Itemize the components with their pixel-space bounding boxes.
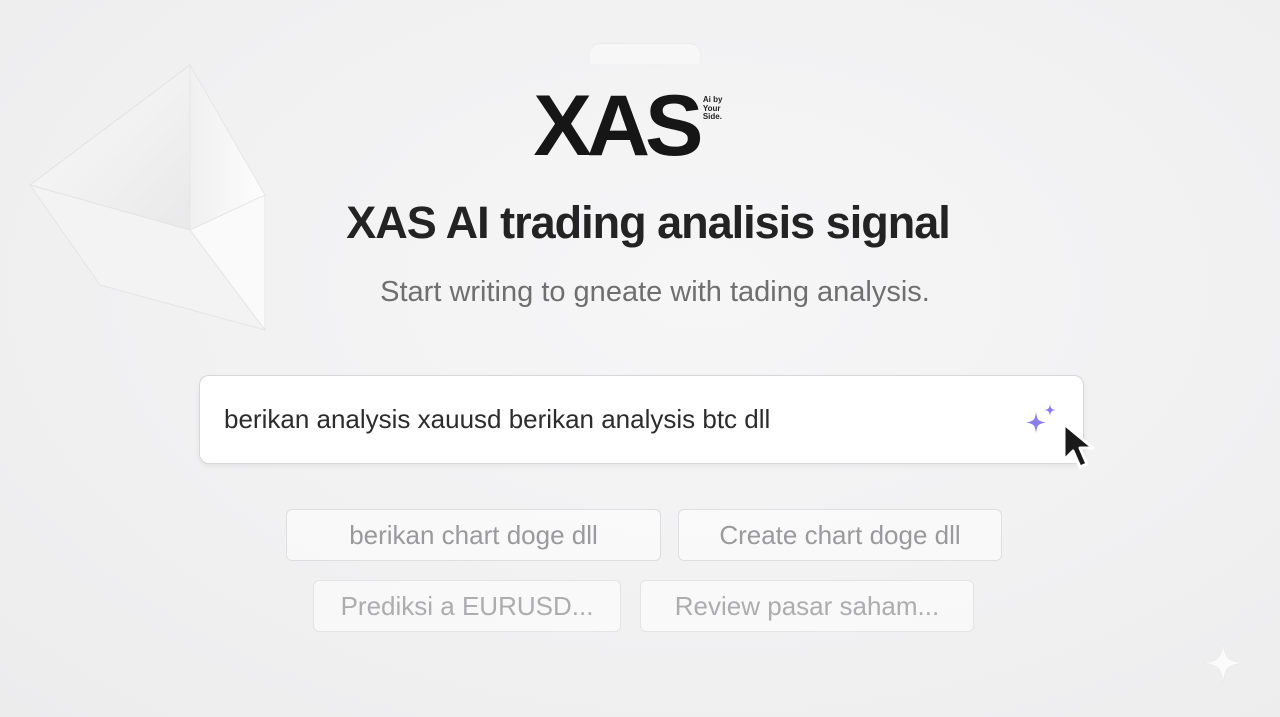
prompt-input[interactable]: berikan analysis xauusd berikan analysis… xyxy=(199,375,1084,464)
suggestion-chip[interactable]: Prediksi a EURUSD... xyxy=(313,580,621,632)
mouse-cursor-icon xyxy=(1062,422,1095,469)
brand-logo: XAS Ai by Your Side. xyxy=(533,78,729,174)
suggestion-chip[interactable]: Create chart doge dll xyxy=(678,509,1002,561)
page-subtitle: Start writing to gneate with tading anal… xyxy=(380,276,930,308)
suggestion-chip[interactable]: Review pasar saham... xyxy=(640,580,974,632)
logo-tagline-line: Side. xyxy=(702,112,722,121)
page-title: XAS AI trading analisis signal xyxy=(346,197,951,248)
prompt-input-value[interactable]: berikan analysis xauusd berikan analysis… xyxy=(224,404,770,435)
suggestion-chip[interactable]: berikan chart doge dll xyxy=(286,509,661,561)
sparkle-icon[interactable] xyxy=(1022,400,1062,440)
top-tab-decoration xyxy=(590,44,700,64)
logo-tagline: Ai by Your Side. xyxy=(702,95,729,122)
sparkle-watermark-icon xyxy=(1201,641,1245,685)
logo-wordmark: XAS xyxy=(533,78,703,174)
